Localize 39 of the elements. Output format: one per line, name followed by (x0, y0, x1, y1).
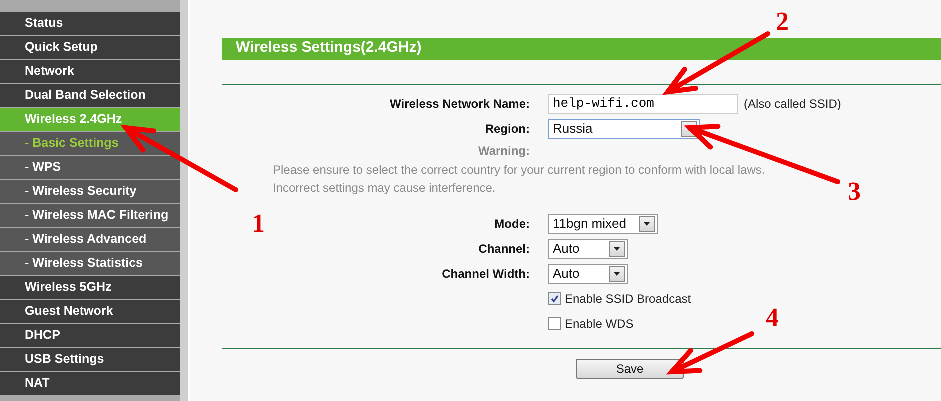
sidebar-item[interactable]: Quick Setup (0, 36, 180, 59)
sidebar-item[interactable]: - Basic Settings (0, 132, 180, 155)
sidebar-item[interactable]: Dual Band Selection (0, 84, 180, 107)
field-label: Wireless Network Name: (390, 96, 530, 110)
sidebar-item[interactable]: Guest Network (0, 300, 180, 323)
field-label: Region: (485, 122, 530, 136)
field-label: Channel Width: (442, 266, 530, 280)
annotation-number: 2 (776, 7, 789, 36)
sidebar-item[interactable]: Network (0, 60, 180, 83)
checkbox-label: Enable WDS (565, 316, 634, 330)
checkbox[interactable] (548, 292, 561, 305)
sidebar-item[interactable]: - Wireless Statistics (0, 252, 180, 275)
field-label: Channel: (478, 242, 530, 256)
sidebar-item[interactable]: Wireless 5GHz (0, 276, 180, 299)
text-field[interactable]: help-wifi.com (548, 94, 738, 114)
warning-text: Incorrect settings may cause interference. (273, 180, 496, 197)
sidebar-item[interactable]: USB Settings (0, 348, 180, 371)
sidebar-item[interactable]: DHCP (0, 324, 180, 347)
sidebar-item[interactable]: - WPS (0, 156, 180, 179)
dropdown[interactable]: Auto (548, 264, 628, 284)
sidebar-item[interactable]: - Wireless Security (0, 180, 180, 203)
annotation-number: 1 (252, 209, 265, 238)
warning-label: Warning: (478, 143, 530, 160)
sidebar-item[interactable]: NAT (0, 372, 180, 395)
dropdown[interactable]: Russia (548, 118, 700, 138)
section-title: Wireless Settings(2.4GHz) (222, 38, 941, 60)
field-label: Mode: (494, 216, 530, 230)
annotation-number: 4 (766, 303, 779, 332)
hint-text: (Also called SSID) (744, 96, 842, 110)
checkbox[interactable] (548, 317, 561, 330)
save-button[interactable]: Save (576, 359, 684, 379)
checkbox-label: Enable SSID Broadcast (565, 292, 692, 306)
sidebar-item[interactable]: - Wireless Advanced (0, 228, 180, 251)
dropdown[interactable]: Auto (548, 238, 628, 258)
annotation-number: 3 (848, 177, 861, 206)
sidebar-item[interactable]: Status (0, 12, 180, 35)
sidebar-item[interactable]: - Wireless MAC Filtering (0, 204, 180, 227)
dropdown[interactable]: 11bgn mixed (548, 214, 658, 234)
warning-text: Please ensure to select the correct country for your current region to conform with local laws. (273, 162, 766, 179)
